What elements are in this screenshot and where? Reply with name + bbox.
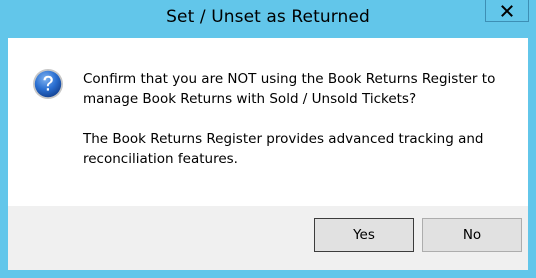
no-button[interactable]: No [422, 218, 522, 252]
close-icon [501, 4, 513, 17]
dialog-body: Confirm that you are NOT using the Book … [8, 38, 528, 270]
close-button[interactable] [485, 0, 529, 22]
yes-button[interactable]: Yes [314, 218, 414, 252]
button-bar: Yes No [8, 206, 528, 270]
message-paragraph-1: Confirm that you are NOT using the Book … [83, 71, 496, 107]
dialog-message: Confirm that you are NOT using the Book … [83, 69, 513, 169]
question-icon [32, 68, 64, 100]
message-paragraph-2: The Book Returns Register provides advan… [83, 131, 484, 167]
title-bar[interactable]: Set / Unset as Returned [0, 0, 536, 38]
dialog-window: Set / Unset as Returned Confirm that you… [0, 0, 536, 278]
dialog-title: Set / Unset as Returned [166, 7, 370, 27]
